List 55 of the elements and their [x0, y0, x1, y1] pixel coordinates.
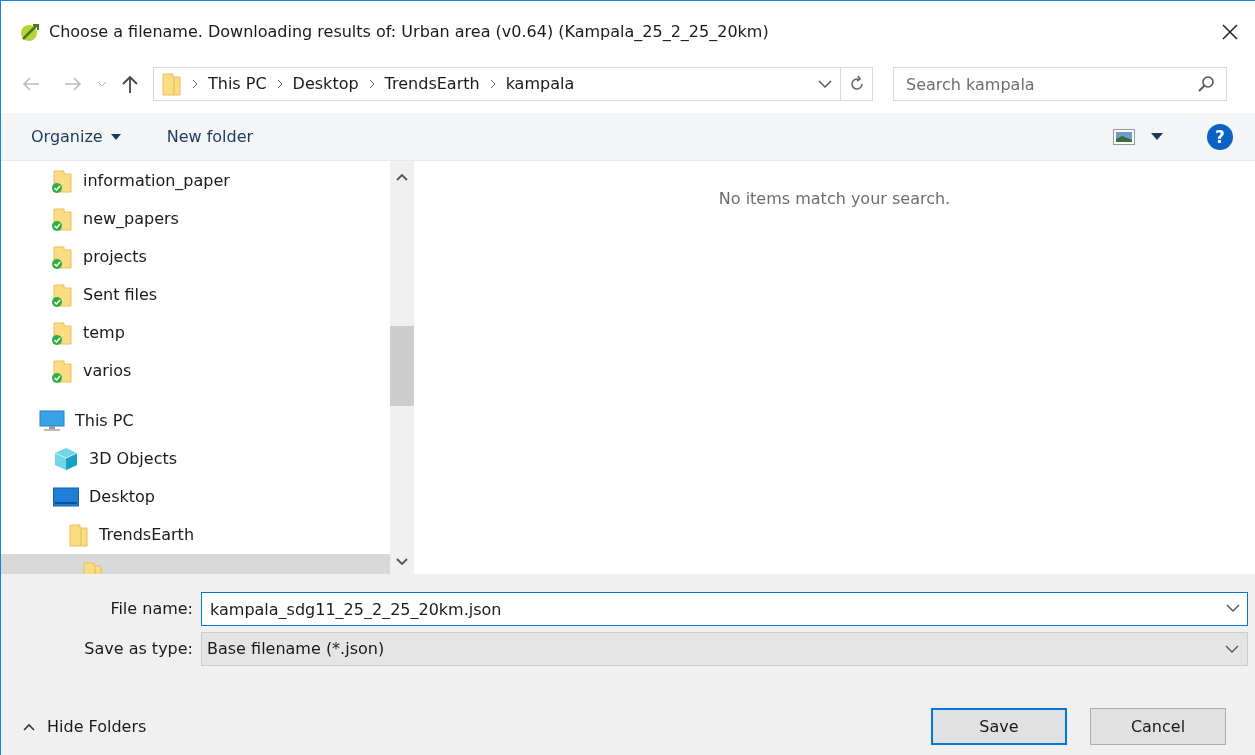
window-title: Choose a filename. Downloading results of: Urban area (v0.64) (Kampala_25_2_25_20km): [49, 21, 770, 43]
close-icon[interactable]: [1221, 23, 1239, 41]
empty-message: No items match your search.: [718, 188, 951, 210]
save-type-dropdown[interactable]: Base filename (*.json): [201, 632, 1248, 666]
address-bar[interactable]: This PC Desktop TrendsEarth kampala: [153, 67, 873, 101]
sidebar-item[interactable]: new_papers: [1, 200, 390, 238]
sidebar-item[interactable]: temp: [1, 314, 390, 352]
file-name-field[interactable]: kampala_sdg11_25_2_25_20km.json: [201, 592, 1248, 626]
breadcrumb[interactable]: Desktop: [292, 72, 359, 96]
scroll-down-icon[interactable]: [396, 558, 408, 566]
sidebar-item[interactable]: information_paper: [1, 162, 390, 200]
synced-folder-icon: [51, 321, 73, 345]
breadcrumb[interactable]: TrendsEarth: [384, 72, 480, 96]
folder-icon: [160, 72, 182, 96]
new-folder-button[interactable]: New folder: [166, 124, 254, 149]
cube-icon: [53, 446, 79, 472]
breadcrumb[interactable]: This PC: [208, 72, 267, 96]
scroll-up-icon[interactable]: [396, 173, 408, 181]
sidebar-item[interactable]: projects: [1, 238, 390, 276]
synced-folder-icon: [51, 207, 73, 231]
help-button[interactable]: ?: [1207, 123, 1233, 150]
search-field[interactable]: Search kampala: [893, 67, 1227, 101]
scrollbar-thumb[interactable]: [390, 326, 414, 406]
hide-folders-button[interactable]: Hide Folders: [23, 714, 147, 739]
caret-icon: [1151, 133, 1163, 140]
sidebar-item[interactable]: 3D Objects: [1, 440, 390, 478]
sidebar-item[interactable]: This PC: [1, 402, 390, 440]
folder-icon: [67, 523, 89, 547]
chevron-right-icon: [488, 79, 497, 89]
dialog-button[interactable]: Cancel: [1090, 708, 1226, 745]
up-arrow-icon[interactable]: [121, 74, 139, 94]
chevron-up-icon: [23, 722, 35, 731]
sidebar-item[interactable]: Sent files: [1, 276, 390, 314]
search-icon[interactable]: [1197, 75, 1215, 93]
dialog-button[interactable]: Save: [931, 708, 1067, 745]
scrollbar[interactable]: [390, 161, 414, 574]
organize-button[interactable]: Organize: [29, 124, 123, 149]
synced-folder-icon: [51, 283, 73, 307]
chevron-right-icon: [275, 79, 284, 89]
sidebar-item[interactable]: Desktop: [1, 478, 390, 516]
picture-icon: [1113, 128, 1135, 145]
chevron-right-icon: [191, 79, 199, 89]
synced-folder-icon: [51, 359, 73, 383]
synced-folder-icon: [51, 245, 73, 269]
sidebar-item[interactable]: varios: [1, 352, 390, 390]
caret-icon: [110, 133, 121, 140]
computer-icon: [39, 410, 65, 432]
desktop-icon: [53, 487, 79, 507]
chevron-right-icon: [367, 79, 376, 89]
view-button[interactable]: [1113, 128, 1163, 145]
synced-folder-icon: [51, 169, 73, 193]
field-label: File name:: [109, 598, 194, 620]
sidebar-item[interactable]: TrendsEarth: [1, 516, 390, 554]
field-label: Save as type:: [83, 638, 194, 660]
breadcrumb[interactable]: kampala: [505, 72, 575, 96]
